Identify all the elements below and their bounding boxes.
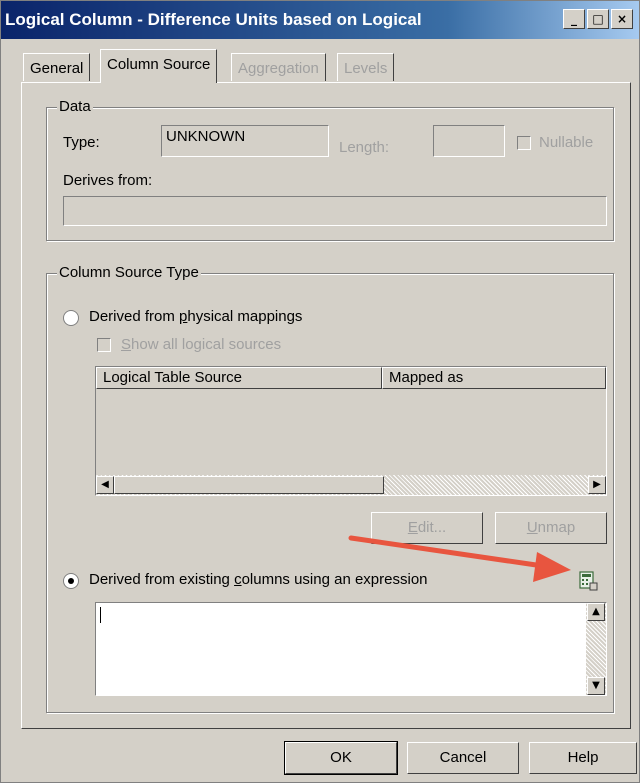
expression-textarea[interactable]: ▲ ▼ [95, 602, 607, 696]
vertical-scrollbar[interactable]: ▲ ▼ [586, 603, 606, 695]
physical-mappings-label[interactable]: Derived from physical mappings [89, 308, 302, 325]
column-header-mapped-as[interactable]: Mapped as [382, 367, 606, 389]
show-all-logical-sources-checkbox [97, 338, 111, 352]
expression-builder-icon[interactable] [577, 570, 599, 592]
maximize-button[interactable]: □ [587, 9, 609, 29]
length-field [433, 125, 505, 157]
title-bar[interactable]: Logical Column - Difference Units based … [1, 1, 639, 39]
length-label: Length: [339, 139, 390, 156]
minimize-button[interactable]: _ [563, 9, 585, 29]
window-controls: _ □ × [563, 9, 633, 29]
annotation-arrow-icon [348, 535, 571, 582]
radio-selected-dot [68, 578, 74, 584]
column-source-type-group: Column Source Type Derived from physical… [46, 264, 614, 713]
logical-table-source-list[interactable]: Logical Table Source Mapped as ◀ ▶ [95, 366, 607, 496]
cancel-button[interactable]: Cancel [407, 742, 519, 774]
help-button[interactable]: Help [529, 742, 637, 774]
ok-button[interactable]: OK [284, 741, 398, 775]
column-source-type-legend: Column Source Type [57, 264, 201, 281]
nullable-label: Nullable [539, 134, 594, 151]
window-title: Logical Column - Difference Units based … [5, 10, 422, 29]
list-body [96, 389, 606, 473]
scroll-down-button[interactable]: ▼ [587, 677, 605, 695]
tab-aggregation: Aggregation [231, 53, 326, 81]
type-field: UNKNOWN [161, 125, 329, 157]
scroll-right-button[interactable]: ▶ [588, 476, 606, 494]
scroll-up-button[interactable]: ▲ [587, 603, 605, 621]
logical-column-dialog: Logical Column - Difference Units based … [0, 0, 640, 783]
existing-columns-expression-radio[interactable] [63, 573, 79, 589]
column-header-logical-table-source[interactable]: Logical Table Source [96, 367, 382, 389]
derives-from-label: Derives from: [63, 172, 153, 189]
scrollbar-thumb[interactable] [114, 476, 384, 494]
derives-from-field [63, 196, 607, 226]
physical-mappings-radio[interactable] [63, 310, 79, 326]
nullable-checkbox [517, 136, 531, 150]
show-all-logical-sources-label: Show all logical sources [121, 336, 282, 353]
close-button[interactable]: × [611, 9, 633, 29]
horizontal-scrollbar[interactable]: ◀ ▶ [96, 475, 606, 495]
tab-panel: Data Type: UNKNOWN Length: Nullable Deri… [21, 82, 631, 729]
scroll-left-button[interactable]: ◀ [96, 476, 114, 494]
tab-column-source[interactable]: Column Source [100, 49, 218, 83]
text-cursor [100, 607, 101, 623]
data-group-legend: Data [57, 98, 93, 115]
tab-levels: Levels [337, 53, 395, 81]
data-group: Data Type: UNKNOWN Length: Nullable Deri… [46, 98, 614, 241]
type-label: Type: [63, 134, 100, 151]
tab-general[interactable]: General [23, 53, 91, 81]
